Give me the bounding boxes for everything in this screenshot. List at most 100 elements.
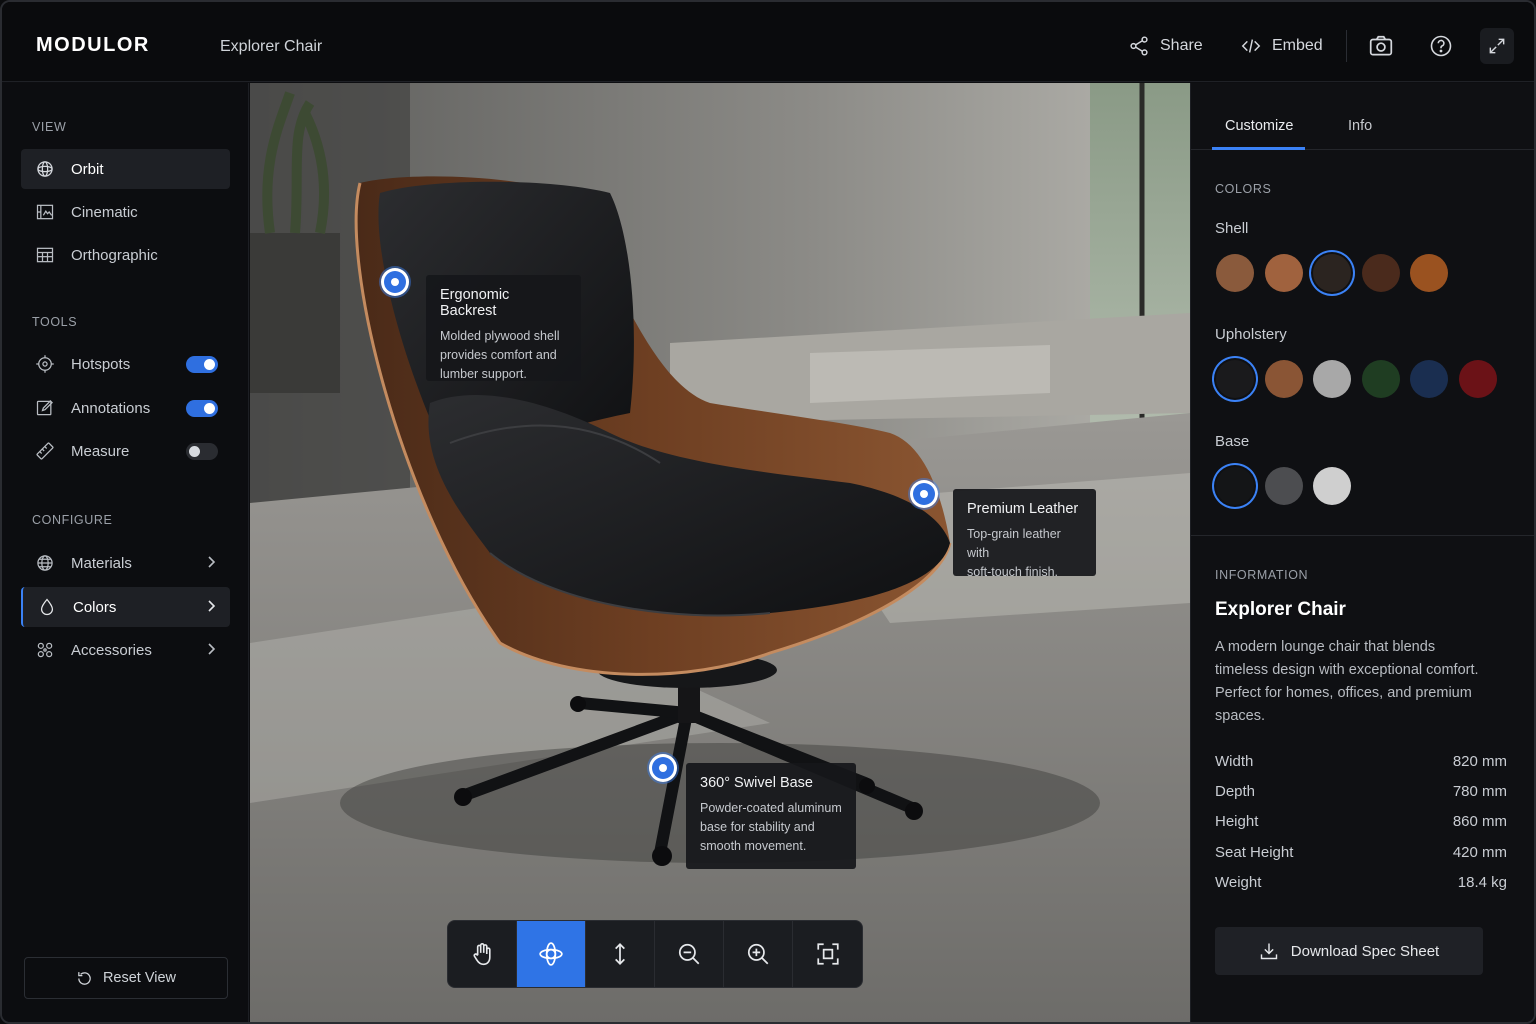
zoom-in-button[interactable] bbox=[724, 921, 793, 987]
header-divider bbox=[1346, 30, 1347, 62]
download-spec-button[interactable]: Download Spec Sheet bbox=[1215, 927, 1483, 975]
sidebar-item-label: Accessories bbox=[71, 641, 152, 659]
base-color-swatch[interactable] bbox=[1313, 467, 1351, 505]
embed-label: Embed bbox=[1272, 37, 1323, 54]
sidebar-item-colors[interactable]: Colors bbox=[21, 587, 230, 627]
document-title: Explorer Chair bbox=[220, 38, 323, 55]
sidebar-item-cinematic[interactable]: Cinematic bbox=[21, 192, 230, 232]
base-color-swatch[interactable] bbox=[1264, 467, 1303, 505]
chevron-right-icon bbox=[208, 600, 216, 612]
vertical-move-button[interactable] bbox=[586, 921, 655, 987]
view-section-label: VIEW bbox=[32, 120, 67, 134]
annotation-icon bbox=[35, 398, 55, 418]
view-toolbar bbox=[447, 920, 863, 988]
tools-section-label: TOOLS bbox=[32, 315, 78, 329]
callout-line: provides comfort and bbox=[440, 348, 557, 362]
fullscreen-button[interactable] bbox=[1480, 28, 1514, 64]
shell-color-swatch[interactable] bbox=[1361, 254, 1400, 292]
spec-row: Height 860 mm bbox=[1215, 813, 1507, 830]
tab-customize[interactable]: Customize bbox=[1225, 118, 1294, 134]
3d-viewport[interactable]: Ergonomic Backrest Molded plywood shell … bbox=[250, 83, 1190, 1022]
reset-icon bbox=[78, 971, 91, 985]
shell-color-swatch[interactable] bbox=[1313, 254, 1351, 292]
callout-line: lumber support. bbox=[440, 367, 527, 381]
sidebar-item-materials[interactable]: Materials bbox=[21, 543, 230, 583]
spec-label: Depth bbox=[1215, 783, 1256, 800]
spec-value: 420 mm bbox=[1452, 844, 1507, 861]
download-icon bbox=[1260, 943, 1277, 960]
target-icon bbox=[35, 354, 55, 374]
zoom-out-button[interactable] bbox=[655, 921, 724, 987]
sidebar-item-accessories[interactable]: Accessories bbox=[21, 630, 230, 670]
sidebar-item-label: Colors bbox=[73, 598, 117, 616]
vertical-move-icon bbox=[615, 943, 625, 965]
callout-line: soft-touch finish. bbox=[967, 565, 1059, 579]
share-label: Share bbox=[1160, 37, 1203, 54]
callout-line: base for stability and bbox=[700, 820, 815, 834]
callout-backrest: Ergonomic Backrest Molded plywood shell … bbox=[426, 275, 581, 381]
spec-value: 780 mm bbox=[1452, 783, 1507, 800]
measure-toggle[interactable] bbox=[186, 443, 218, 460]
sidebar-item-label: Hotspots bbox=[71, 355, 131, 373]
expand-icon bbox=[1489, 38, 1505, 54]
zoom-out-icon bbox=[678, 943, 700, 965]
frame-fit-icon bbox=[816, 943, 839, 965]
annotations-toggle[interactable] bbox=[186, 400, 218, 417]
upholstery-color-swatch[interactable] bbox=[1264, 360, 1303, 398]
ruler-icon bbox=[35, 441, 55, 461]
embed-button[interactable]: Embed bbox=[1240, 28, 1323, 64]
hotspot-backrest[interactable] bbox=[381, 268, 409, 296]
spec-row: Depth 780 mm bbox=[1215, 783, 1507, 800]
callout-description: Molded plywood shell provides comfort an… bbox=[440, 327, 567, 384]
upholstery-color-swatch[interactable] bbox=[1458, 360, 1497, 398]
panel-tabs: Customize Info bbox=[1191, 83, 1534, 150]
spec-value: 820 mm bbox=[1452, 753, 1507, 770]
frame-fit-button[interactable] bbox=[793, 921, 862, 987]
sidebar-item-hotspots[interactable]: Hotspots bbox=[21, 344, 230, 384]
spec-row: Seat Height 420 mm bbox=[1215, 844, 1507, 861]
pan-hand-icon bbox=[473, 943, 491, 966]
colors-section-label: COLORS bbox=[1215, 182, 1272, 196]
sidebar-item-annotations[interactable]: Annotations bbox=[21, 388, 230, 428]
orbit-icon bbox=[35, 159, 55, 179]
pan-tool-button[interactable] bbox=[448, 921, 517, 987]
shell-color-swatch[interactable] bbox=[1264, 254, 1303, 292]
app-window: MODULOR Explorer Chair Share Embed VIEW … bbox=[0, 0, 1536, 1024]
zoom-in-icon bbox=[747, 943, 769, 965]
upholstery-color-swatch[interactable] bbox=[1216, 360, 1254, 398]
tab-info[interactable]: Info bbox=[1348, 118, 1372, 134]
spec-label: Seat Height bbox=[1215, 844, 1294, 861]
share-button[interactable]: Share bbox=[1128, 28, 1203, 64]
callout-description: Powder-coated aluminum base for stabilit… bbox=[700, 799, 842, 856]
upholstery-color-swatch[interactable] bbox=[1410, 360, 1448, 398]
callout-title: 360° Swivel Base bbox=[700, 775, 813, 791]
film-icon bbox=[35, 202, 55, 222]
hotspot-base[interactable] bbox=[649, 754, 677, 782]
sidebar-item-label: Orthographic bbox=[71, 246, 158, 264]
hotspot-leather[interactable] bbox=[910, 480, 938, 508]
callout-base: 360° Swivel Base Powder-coated aluminum … bbox=[686, 763, 856, 869]
orbit-tool-button[interactable] bbox=[517, 921, 586, 987]
upholstery-color-swatch[interactable] bbox=[1313, 360, 1351, 398]
chevron-right-icon bbox=[208, 556, 216, 568]
base-color-swatch[interactable] bbox=[1216, 467, 1254, 505]
grid-icon bbox=[35, 245, 55, 265]
help-button[interactable] bbox=[1425, 30, 1457, 62]
sidebar-item-orbit[interactable]: Orbit bbox=[21, 149, 230, 189]
callout-title: Ergonomic Backrest bbox=[440, 287, 510, 319]
sidebar-item-label: Orbit bbox=[71, 160, 104, 178]
sidebar-item-measure[interactable]: Measure bbox=[21, 431, 230, 471]
hotspots-toggle[interactable] bbox=[186, 356, 218, 373]
shell-color-swatch[interactable] bbox=[1216, 254, 1254, 292]
reset-view-button[interactable]: Reset View bbox=[24, 957, 228, 999]
sidebar-item-label: Cinematic bbox=[71, 203, 138, 221]
upholstery-group-label: Upholstery bbox=[1215, 326, 1287, 343]
upholstery-color-swatch[interactable] bbox=[1361, 360, 1400, 398]
sidebar-item-orthographic[interactable]: Orthographic bbox=[21, 235, 230, 275]
shell-color-swatch[interactable] bbox=[1410, 254, 1448, 292]
screenshot-button[interactable] bbox=[1365, 30, 1397, 62]
help-icon bbox=[1430, 35, 1452, 57]
share-icon bbox=[1130, 36, 1148, 56]
left-sidebar: VIEW Orbit Cinematic Orthographic TOOLS … bbox=[2, 83, 249, 1022]
sidebar-item-label: Annotations bbox=[71, 399, 151, 417]
